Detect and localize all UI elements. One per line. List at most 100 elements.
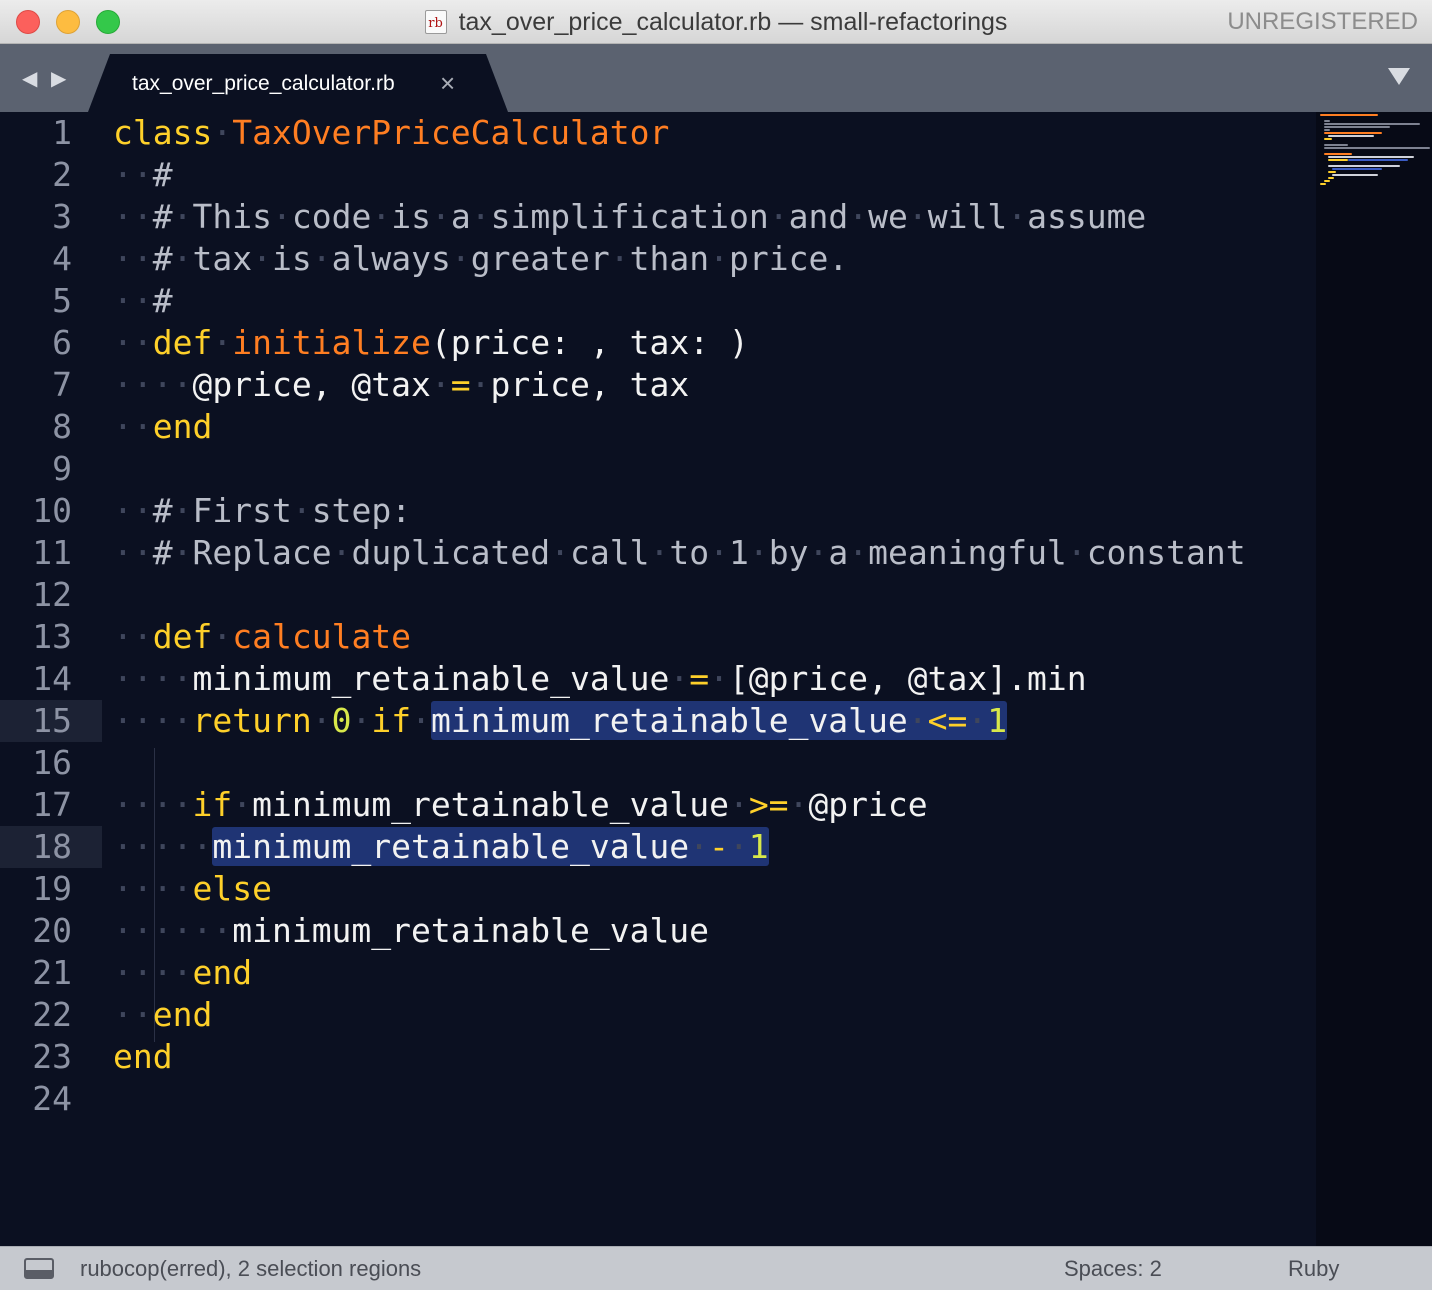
minimap[interactable] <box>1316 112 1432 1246</box>
code-line: 12 <box>0 574 1316 616</box>
indentation-selector[interactable]: Spaces: 2 <box>1064 1256 1162 1282</box>
selection-region[interactable]: minimum_retainable_value·<=·1 <box>430 701 1008 740</box>
code-text: ··#·tax·is·always·greater·than·price. <box>113 239 849 278</box>
line-number: 23 <box>32 1037 72 1076</box>
selected-variable: minimum_retainable_value <box>430 701 908 740</box>
code-editor[interactable]: 1 class·TaxOverPriceCalculator 2 ··# 3 ·… <box>0 112 1316 1246</box>
code-line: 23 end <box>0 1036 1316 1078</box>
code-line: 5 ··# <box>0 280 1316 322</box>
comment: #·Replace·duplicated·call·to·1·by·a·mean… <box>152 533 1246 572</box>
code-text: ·····minimum_retainable_value·-·1 <box>113 827 769 866</box>
operator: = <box>450 365 471 404</box>
selected-variable: minimum_retainable_value <box>212 827 690 866</box>
line-number: 10 <box>32 491 72 530</box>
code-line: 10 ··#·First·step: <box>0 490 1316 532</box>
minimap-line <box>1328 171 1336 173</box>
line-number: 18 <box>32 827 72 866</box>
code-text: ····@price, @tax·=·price, tax <box>113 365 690 404</box>
keyword: end <box>192 953 253 992</box>
ruby-file-icon: rb <box>424 10 447 34</box>
code-text: ··# <box>113 281 173 320</box>
keyword: return <box>192 701 312 740</box>
line-number: 4 <box>52 239 72 278</box>
tab-bar: ◀ ▶ tax_over_price_calculator.rb × <box>0 44 1432 112</box>
code-text: end <box>113 1036 173 1078</box>
code-text: ····return·0·if·minimum_retainable_value… <box>113 701 1008 740</box>
keyword: def <box>152 323 213 362</box>
minimap-line <box>1328 159 1348 161</box>
tab-menu-chevron-down-icon[interactable] <box>1388 68 1410 85</box>
code-text: ··#·This·code·is·a·simplification·and·we… <box>113 197 1147 236</box>
tab-navigation-arrows-icon[interactable]: ◀ ▶ <box>22 66 70 91</box>
code-line: 20 ······minimum_retainable_value <box>0 910 1316 952</box>
code-text: ··def·calculate <box>113 617 412 656</box>
code-text: ····minimum_retainable_value·=·[@price, … <box>113 659 1087 698</box>
keyword: if <box>371 701 412 740</box>
class-name: TaxOverPriceCalculator <box>232 113 670 152</box>
code-line: 2 ··# <box>0 154 1316 196</box>
code-line: 21 ····end <box>0 952 1316 994</box>
minimap-line <box>1324 180 1330 182</box>
keyword: def <box>152 617 213 656</box>
window-title: tax_over_price_calculator.rb — small-ref… <box>458 7 1008 36</box>
window-title-group: rb tax_over_price_calculator.rb — small-… <box>0 0 1432 44</box>
minimap-line <box>1332 174 1378 176</box>
operator: <= <box>927 701 968 740</box>
code-text: ······minimum_retainable_value <box>113 911 710 950</box>
comment: #·tax·is·always·greater·than·price. <box>152 239 849 278</box>
comment: # <box>152 155 173 194</box>
minimap-selection <box>1332 168 1382 170</box>
line-number: 21 <box>32 953 72 992</box>
code-line: 7 ····@price, @tax·=·price, tax <box>0 364 1316 406</box>
method-name: initialize <box>232 323 431 362</box>
minimap-line <box>1328 156 1414 158</box>
code-text: ····else <box>113 869 272 908</box>
code-line: 9 <box>0 448 1316 490</box>
title-bar: rb tax_over_price_calculator.rb — small-… <box>0 0 1432 44</box>
selection-region[interactable]: minimum_retainable_value·-·1 <box>212 827 769 866</box>
line-number: 20 <box>32 911 72 950</box>
code-line: 6 ··def·initialize(price: , tax: ) <box>0 322 1316 364</box>
line-number: 16 <box>32 743 72 782</box>
minimap-line <box>1324 147 1430 149</box>
syntax-selector[interactable]: Ruby <box>1288 1256 1339 1282</box>
code-line: 8 ··end <box>0 406 1316 448</box>
number-literal: 1 <box>748 827 769 866</box>
code-text: ····end <box>113 953 253 992</box>
line-number: 11 <box>32 533 72 572</box>
tab-close-icon[interactable]: × <box>440 68 455 99</box>
code-line: 16 <box>0 742 1316 784</box>
number-literal: 0 <box>331 701 352 740</box>
instance-variable: @price <box>808 785 928 824</box>
minimap-line <box>1324 120 1330 122</box>
line-number: 12 <box>32 575 72 614</box>
code-line-active: 18 ·····minimum_retainable_value·-·1 <box>0 826 1316 868</box>
code-line: 13 ··def·calculate <box>0 616 1316 658</box>
code-text: ··# <box>113 155 173 194</box>
tab-tax-over-price-calculator[interactable]: tax_over_price_calculator.rb × <box>88 54 508 112</box>
panel-toggle-icon[interactable] <box>24 1258 54 1279</box>
code-line: 19 ····else <box>0 868 1316 910</box>
assignment-target: @price, @tax <box>192 365 431 404</box>
minimap-line <box>1328 177 1334 179</box>
minimap-line <box>1328 165 1400 167</box>
operator: >= <box>748 785 789 824</box>
code-text: ··#·Replace·duplicated·call·to·1·by·a·me… <box>113 533 1246 572</box>
comment: #·First·step: <box>152 491 412 530</box>
status-bar: rubocop(erred), 2 selection regions Spac… <box>0 1246 1432 1290</box>
code-line-active: 15 ····return·0·if·minimum_retainable_va… <box>0 700 1316 742</box>
line-number: 3 <box>52 197 72 236</box>
minimap-line <box>1324 123 1420 125</box>
code-line: 22 ··end <box>0 994 1316 1036</box>
line-number: 7 <box>52 365 72 404</box>
minimap-line <box>1324 129 1330 131</box>
line-number: 8 <box>52 407 72 446</box>
expression: [@price, @tax].min <box>728 659 1087 698</box>
minimap-line <box>1320 114 1378 116</box>
line-number: 19 <box>32 869 72 908</box>
minimap-line <box>1328 135 1374 137</box>
code-text: ··#·First·step: <box>113 491 412 530</box>
method-name: calculate <box>232 617 412 656</box>
number-literal: 1 <box>987 701 1008 740</box>
keyword: end <box>113 1037 173 1076</box>
